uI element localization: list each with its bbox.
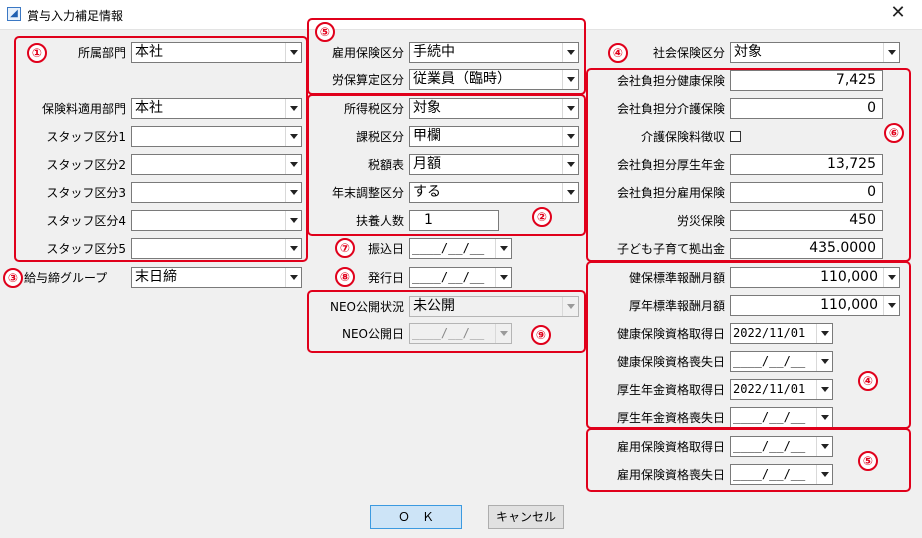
chevron-down-icon[interactable] xyxy=(883,43,899,62)
annotation-badge-9: ⑨ xyxy=(531,325,551,345)
annotation-badge-5-bottom: ⑤ xyxy=(858,451,878,471)
annotation-box-1 xyxy=(14,36,308,262)
app-icon: ◢ xyxy=(7,7,21,21)
payroll-group-value: 末日締 xyxy=(135,269,177,285)
annotation-badge-4-bottom: ④ xyxy=(858,371,878,391)
annotation-badge-8: ⑧ xyxy=(335,267,355,287)
annotation-badge-5-top: ⑤ xyxy=(315,22,335,42)
annotation-badge-2: ② xyxy=(532,207,552,227)
ok-button[interactable]: Ｏ Ｋ xyxy=(370,505,462,529)
payroll-group-label: 給与締グループ xyxy=(24,271,108,285)
social-ins-value: 対象 xyxy=(734,44,762,60)
annotation-box-6 xyxy=(586,68,911,262)
annotation-badge-7: ⑦ xyxy=(335,238,355,258)
annotation-badge-6: ⑥ xyxy=(884,123,904,143)
annotation-badge-1: ① xyxy=(27,43,47,63)
annotation-box-5-top xyxy=(307,18,586,95)
annotation-badge-4-top: ④ xyxy=(608,43,628,63)
close-icon[interactable]: ✕ xyxy=(888,3,908,23)
social-ins-select[interactable]: 対象 xyxy=(730,42,900,63)
issue-date-value: ____/__/__ xyxy=(412,270,485,284)
window-title: 賞与入力補足情報 xyxy=(27,9,124,23)
chevron-down-icon[interactable] xyxy=(495,268,511,287)
annotation-badge-3: ③ xyxy=(3,268,23,288)
chevron-down-icon[interactable] xyxy=(495,239,511,258)
transfer-date-picker[interactable]: ____/__/__ xyxy=(409,238,512,259)
transfer-date-value: ____/__/__ xyxy=(412,241,485,255)
issue-date-label: 発行日 xyxy=(367,271,404,285)
issue-date-picker[interactable]: ____/__/__ xyxy=(409,267,512,288)
cancel-button[interactable]: キャンセル xyxy=(488,505,564,529)
social-ins-label: 社会保険区分 xyxy=(652,46,725,60)
payroll-group-select[interactable]: 末日締 xyxy=(131,267,302,288)
annotation-box-4-bottom xyxy=(586,261,911,429)
transfer-date-label: 振込日 xyxy=(367,242,404,256)
chevron-down-icon[interactable] xyxy=(285,268,301,287)
